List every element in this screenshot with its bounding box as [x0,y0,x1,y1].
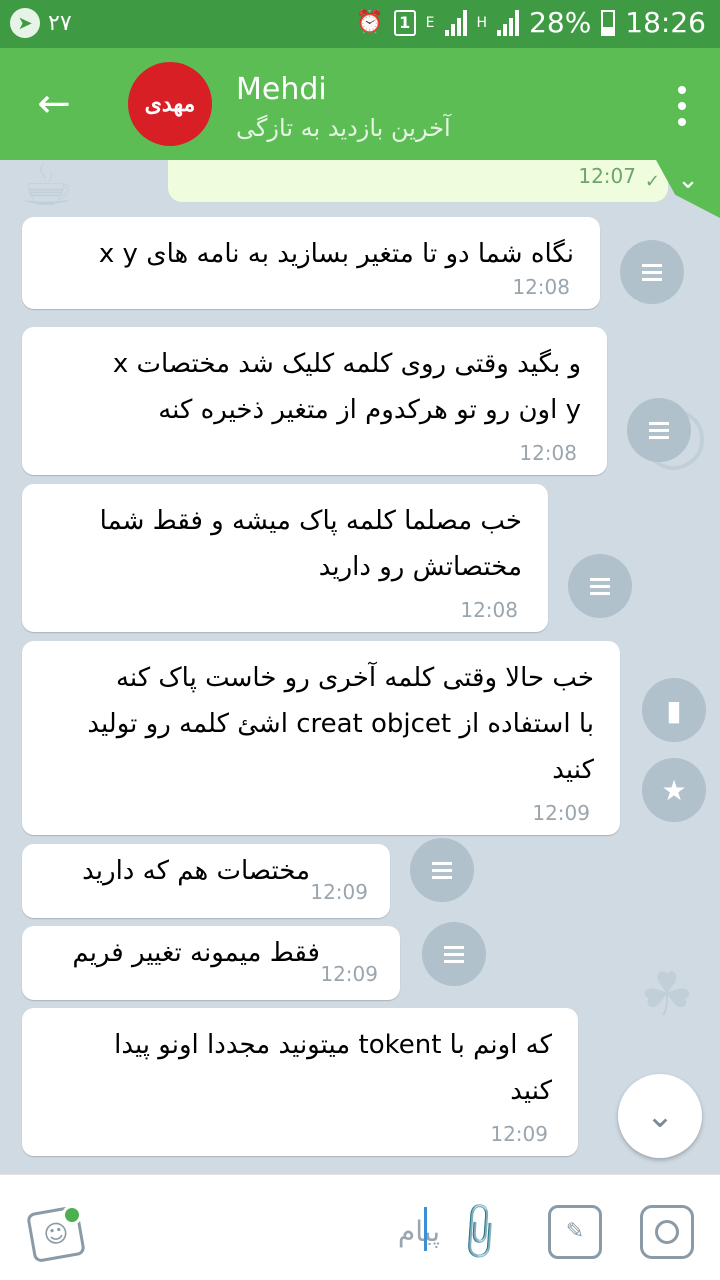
message-time: 12:09 [490,1122,548,1146]
battery-icon [601,9,616,36]
notification-count: ۲۷ [48,10,72,36]
back-arrow-icon[interactable]: ← [32,82,76,126]
alarm-icon: ⏰ [356,10,384,35]
network-e-label: E [425,14,435,31]
message-text: خب حالا وقتی کلمه آخری رو خاست پاک کنه ب… [87,663,594,785]
star-icon[interactable]: ★ [642,758,706,822]
message-options-icon[interactable] [410,838,474,902]
avatar-text: مهدی [144,91,196,117]
message-text: مختصات هم که دارید [82,856,310,886]
status-bar: ➤ ۲۷ ⏰ 1 E H 28% 18:26 [0,0,720,48]
battery-percent: 28% [529,6,592,39]
signal-icon-2 [497,9,520,36]
paint-icon[interactable]: ✎ [548,1205,602,1259]
outgoing-message[interactable]: 12:07 ✓ [168,160,668,202]
chat-area[interactable]: ☕ ◯ ☀ ☘ 12:07 ✓ ⌄ نگاه شما دو تا متغیر ب… [0,160,720,1174]
sim-icon: 1 [393,9,416,36]
message-options-icon[interactable] [627,398,691,462]
signal-icon [444,9,467,36]
message-time: 12:07 [578,164,636,188]
incoming-message[interactable]: و بگید وقتی روی کلمه کلیک شد مختصات x y … [22,327,607,475]
chat-header: ← مهدی Mehdi آخرین بازدید به تازگی [0,48,720,160]
scroll-down-icon[interactable]: ⌄ [618,1074,702,1158]
background-doodle-icon: ☘ [640,960,694,1030]
message-time: 12:09 [310,880,368,904]
camera-icon[interactable] [640,1205,694,1259]
incoming-message[interactable]: نگاه شما دو تا متغیر بسازید به نامه های … [22,217,600,309]
more-options-icon[interactable] [676,86,688,126]
message-options-icon[interactable] [422,922,486,986]
message-text: و بگید وقتی روی کلمه کلیک شد مختصات x y … [112,349,581,425]
text-cursor [424,1207,427,1251]
read-check-icon: ✓ [644,171,660,192]
incoming-message[interactable]: خب حالا وقتی کلمه آخری رو خاست پاک کنه ب… [22,641,620,835]
message-input[interactable] [360,1211,440,1251]
paperclip-icon[interactable]: 📎 [441,1194,517,1270]
incoming-message[interactable]: مختصات هم که دارید 12:09 [22,844,390,918]
message-time: 12:08 [460,598,518,622]
incoming-message[interactable]: فقط میمونه تغییر فریم 12:09 [22,926,400,1000]
network-h-label: H [476,14,488,31]
status-bar-right: ⏰ 1 E H 28% 18:26 [356,6,706,39]
message-time: 12:08 [519,441,577,465]
message-options-icon[interactable] [620,240,684,304]
last-seen-status: آخرین بازدید به تازگی [236,114,451,142]
incoming-message[interactable]: خب مصلما کلمه پاک میشه و فقط شما مختصاتش… [22,484,548,632]
message-text: نگاه شما دو تا متغیر بسازید به نامه های … [98,239,574,269]
status-bar-left: ➤ ۲۷ [10,8,72,38]
message-text: خب مصلما کلمه پاک میشه و فقط شما مختصاتش… [99,506,522,582]
message-options-icon[interactable] [568,554,632,618]
avatar[interactable]: مهدی [128,62,212,146]
bookmark-icon[interactable]: ▮ [642,678,706,742]
clock: 18:26 [625,6,706,39]
notification-dot [62,1205,82,1225]
message-time: 12:09 [532,801,590,825]
message-time: 12:09 [320,962,378,986]
telegram-icon: ➤ [10,8,40,38]
incoming-message[interactable]: که اونم با tokent میتونید مجددا اونو پید… [22,1008,578,1156]
message-time: 12:08 [512,275,570,299]
message-text: که اونم با tokent میتونید مجددا اونو پید… [114,1030,552,1106]
contact-name[interactable]: Mehdi [236,72,327,107]
message-text: فقط میمونه تغییر فریم [72,938,320,968]
background-doodle-icon: ☕ [20,160,74,220]
message-input-bar: ☺ 📎 ✎ [0,1174,720,1280]
